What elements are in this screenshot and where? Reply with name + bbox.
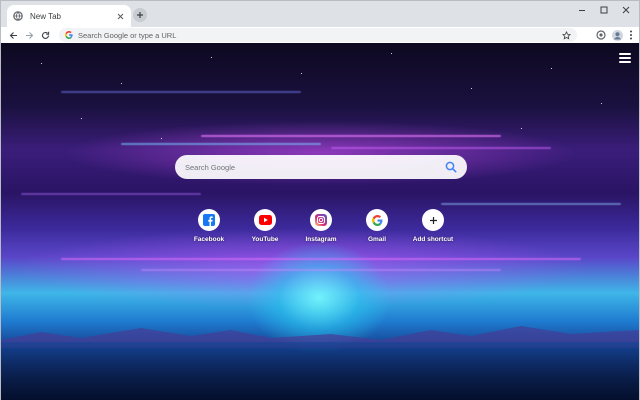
star-decoration — [81, 118, 82, 119]
new-tab-button[interactable] — [133, 8, 147, 22]
minimize-button[interactable] — [571, 1, 593, 19]
shortcut-label: YouTube — [251, 236, 279, 243]
tab-strip: New Tab — [1, 1, 639, 27]
close-icon — [622, 6, 630, 14]
plus-icon — [137, 12, 143, 18]
toolbar: Search Google or type a URL — [1, 27, 639, 43]
plus-icon — [422, 209, 444, 231]
star-decoration — [121, 83, 122, 84]
instagram-icon — [310, 209, 332, 231]
google-search-box[interactable]: Search Google — [175, 155, 467, 179]
search-placeholder: Search Google — [185, 162, 236, 172]
light-streak — [61, 91, 301, 93]
browser-window: New Tab Search Google or type a URL Sear… — [0, 0, 640, 400]
light-streak — [331, 147, 551, 149]
google-g-icon — [65, 31, 73, 39]
shortcut-label: Gmail — [367, 236, 387, 243]
window-controls — [571, 1, 637, 19]
reload-icon — [41, 31, 49, 39]
bookmark-star-icon[interactable] — [561, 30, 571, 40]
light-streak — [441, 203, 621, 205]
back-arrow-icon — [9, 31, 17, 39]
star-decoration — [601, 103, 602, 104]
tab-title: New Tab — [30, 11, 61, 21]
search-icon[interactable] — [445, 161, 457, 173]
star-decoration — [551, 68, 552, 69]
light-streak — [21, 193, 201, 195]
shortcut-label: Add shortcut — [412, 236, 454, 243]
shortcut-youtube[interactable]: YouTube — [237, 209, 293, 243]
shortcut-add[interactable]: Add shortcut — [405, 209, 461, 243]
light-streak — [141, 269, 501, 271]
facebook-icon — [198, 209, 220, 231]
google-icon — [366, 209, 388, 231]
back-button[interactable] — [5, 27, 21, 43]
shortcut-gmail[interactable]: Gmail — [349, 209, 405, 243]
customize-menu-icon[interactable] — [619, 53, 631, 63]
shortcut-tiles: Facebook YouTube Instagram Gmail Add sho… — [189, 209, 453, 253]
forward-arrow-icon — [25, 31, 33, 39]
maximize-icon — [600, 6, 608, 14]
more-menu-icon[interactable] — [629, 30, 633, 40]
shortcut-label: Facebook — [193, 236, 225, 243]
forward-button[interactable] — [21, 27, 37, 43]
shortcut-label: Instagram — [305, 236, 337, 243]
profile-avatar[interactable] — [612, 29, 623, 41]
minimize-icon — [579, 10, 585, 11]
light-streak — [61, 258, 581, 260]
extension-icon[interactable] — [596, 30, 606, 40]
address-bar-placeholder: Search Google or type a URL — [78, 30, 177, 40]
new-tab-page: Search Google Facebook YouTube Instagram… — [1, 43, 639, 400]
close-window-button[interactable] — [615, 1, 637, 19]
tab-new-tab[interactable]: New Tab — [7, 5, 131, 27]
star-decoration — [211, 57, 212, 58]
star-decoration — [301, 73, 302, 74]
reload-button[interactable] — [37, 27, 53, 43]
maximize-button[interactable] — [593, 1, 615, 19]
light-streak — [201, 135, 501, 137]
shortcut-instagram[interactable]: Instagram — [293, 209, 349, 243]
water-reflection — [1, 342, 639, 400]
star-decoration — [41, 63, 42, 64]
star-decoration — [521, 128, 522, 129]
star-decoration — [391, 53, 392, 54]
light-streak — [121, 143, 321, 145]
globe-icon — [13, 11, 23, 21]
close-tab-icon[interactable] — [115, 11, 125, 21]
address-bar[interactable]: Search Google or type a URL — [59, 28, 577, 42]
star-decoration — [471, 88, 472, 89]
star-decoration — [161, 138, 162, 139]
shortcut-facebook[interactable]: Facebook — [181, 209, 237, 243]
toolbar-right — [596, 27, 633, 43]
youtube-icon — [254, 209, 276, 231]
